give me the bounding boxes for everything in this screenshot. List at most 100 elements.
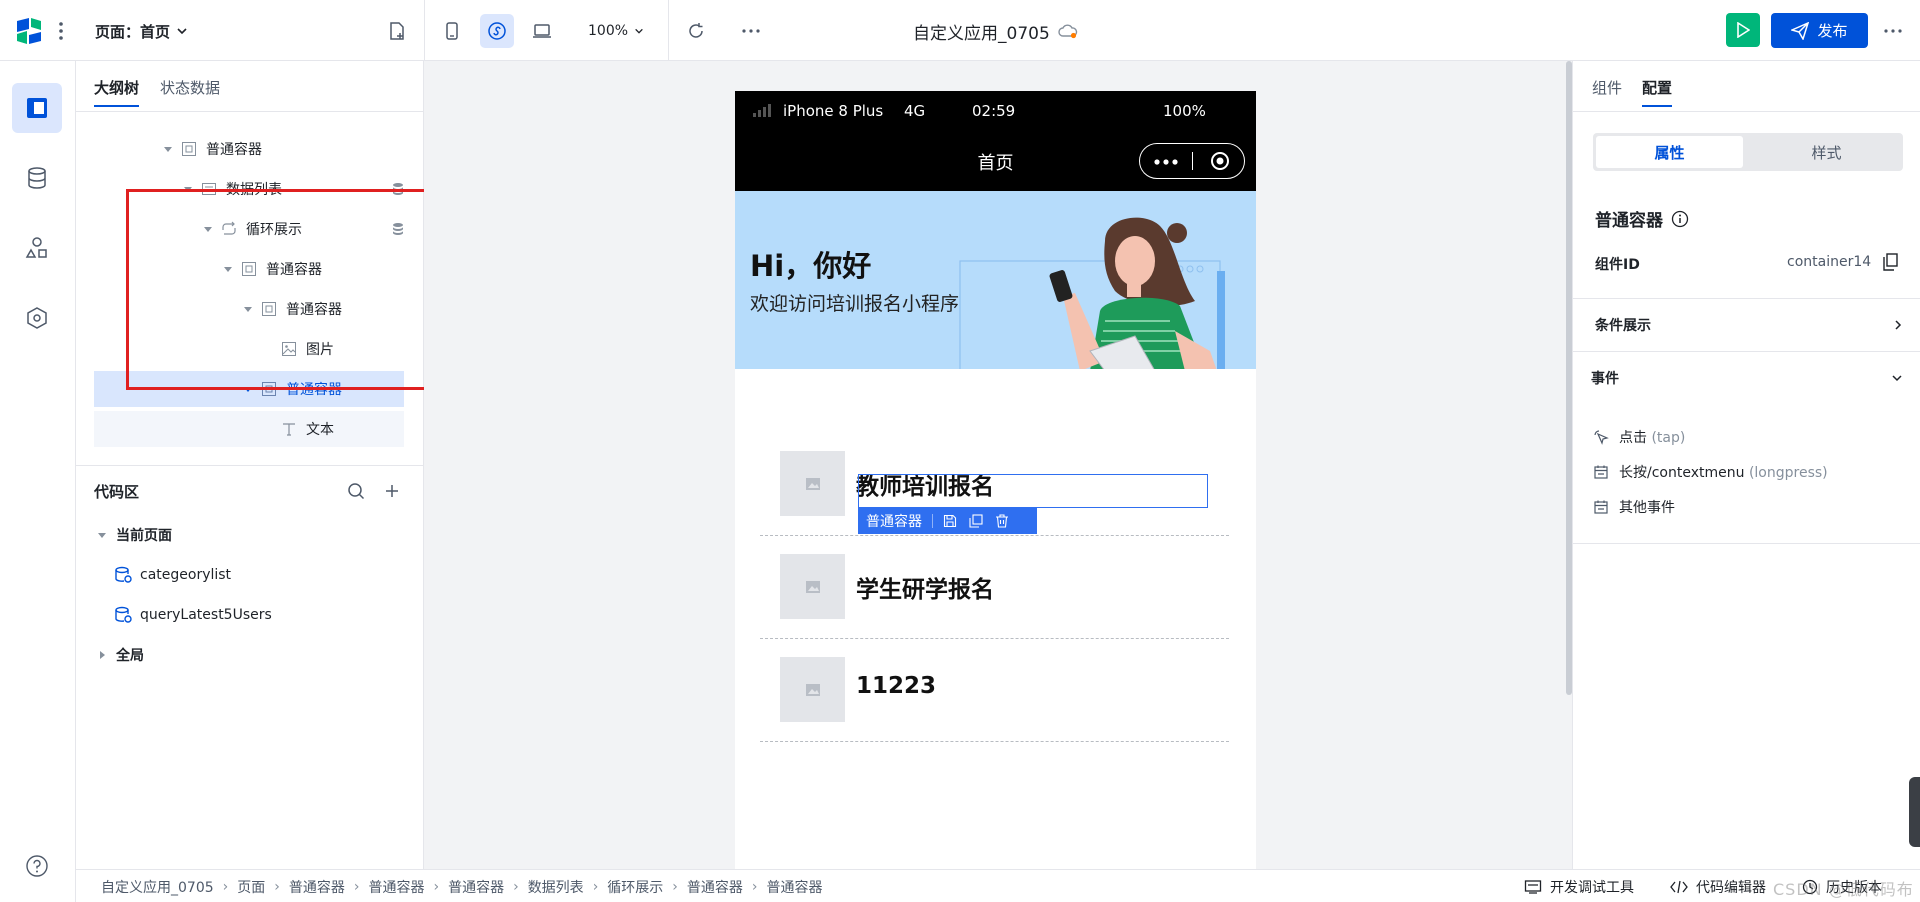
- image-placeholder-icon: [780, 657, 845, 722]
- breadcrumb-separator-icon: ›: [433, 879, 440, 895]
- desktop-view-icon[interactable]: [525, 14, 559, 48]
- info-icon[interactable]: [1671, 210, 1689, 228]
- code-area-title: 代码区: [94, 483, 140, 501]
- tree-node-label: 普通容器: [286, 382, 342, 398]
- settings-hex-icon[interactable]: [12, 293, 62, 343]
- more-icon[interactable]: [1880, 18, 1906, 44]
- app-menu-icon[interactable]: [56, 16, 66, 46]
- component-header: 普通容器: [1595, 206, 1689, 231]
- tree-node-container-selected[interactable]: 普通容器: [94, 371, 404, 407]
- tree-node-image[interactable]: 图片: [94, 331, 436, 367]
- tree-node-container[interactable]: 普通容器: [94, 251, 404, 287]
- breadcrumb-item[interactable]: 普通容器: [767, 877, 823, 897]
- refresh-icon[interactable]: [683, 18, 709, 44]
- tab-config[interactable]: 配置: [1642, 77, 1673, 107]
- caret-down-icon[interactable]: [200, 221, 216, 237]
- query-item[interactable]: queryLatest5Users: [114, 600, 272, 630]
- tree-node-data-list[interactable]: 数据列表: [94, 171, 404, 207]
- components-icon[interactable]: [12, 223, 62, 273]
- caret-right-icon: [94, 647, 110, 663]
- tree-node-container[interactable]: 普通容器: [94, 291, 404, 327]
- page-selector[interactable]: 页面：首页: [95, 20, 188, 42]
- code-group-global[interactable]: 全局: [94, 640, 144, 670]
- delete-icon[interactable]: [995, 514, 1009, 528]
- query-icon: [114, 606, 132, 624]
- tree-node-label: 普通容器: [206, 142, 262, 158]
- outline-icon[interactable]: [12, 83, 62, 133]
- miniprogram-capsule[interactable]: [1139, 143, 1245, 179]
- caret-down-icon[interactable]: [180, 181, 196, 197]
- app-logo-icon[interactable]: [14, 16, 44, 46]
- search-icon[interactable]: [344, 479, 368, 503]
- container-icon: [260, 300, 278, 318]
- add-icon[interactable]: [380, 479, 404, 503]
- event-longpress[interactable]: 长按/contextmenu (longpress): [1593, 458, 1828, 486]
- list-item[interactable]: 学生研学报名: [760, 536, 1229, 639]
- breadcrumb-item[interactable]: 普通容器: [687, 877, 743, 897]
- caret-down-icon[interactable]: [240, 381, 256, 397]
- run-button[interactable]: [1726, 13, 1760, 47]
- copy-icon[interactable]: [969, 514, 983, 528]
- save-icon[interactable]: [943, 514, 957, 528]
- breadcrumb-item[interactable]: 自定义应用_0705: [101, 877, 214, 897]
- breadcrumb-item[interactable]: 普通容器: [289, 877, 345, 897]
- breadcrumb-item[interactable]: 普通容器: [448, 877, 504, 897]
- caret-down-icon[interactable]: [220, 261, 236, 277]
- breadcrumb-item[interactable]: 数据列表: [528, 877, 584, 897]
- side-widget-handle[interactable]: [1909, 777, 1920, 847]
- help-icon[interactable]: [12, 841, 62, 891]
- tab-state-data[interactable]: 状态数据: [160, 77, 220, 105]
- breadcrumb-item[interactable]: 普通容器: [368, 877, 424, 897]
- caret-down-icon[interactable]: [240, 301, 256, 317]
- dev-tools-button[interactable]: 开发调试工具: [1524, 877, 1634, 897]
- item-title: 教师培训报名: [856, 474, 994, 500]
- tree-node-container[interactable]: 普通容器: [94, 131, 404, 167]
- code-editor-button[interactable]: 代码编辑器: [1670, 877, 1766, 897]
- chevron-right-icon: [1893, 319, 1903, 331]
- database-icon[interactable]: [12, 153, 62, 203]
- database-icon: [391, 182, 405, 196]
- miniprogram-view-icon[interactable]: [480, 14, 514, 48]
- events-section-header[interactable]: 事件: [1573, 352, 1920, 404]
- tree-node-text[interactable]: 文本: [94, 411, 436, 447]
- event-name: 长按/contextmenu: [1619, 465, 1745, 481]
- database-icon: [391, 222, 405, 236]
- event-tap[interactable]: 点击 (tap): [1593, 423, 1685, 451]
- segment-properties[interactable]: 属性: [1596, 136, 1743, 168]
- selection-toolbar: 普通容器: [858, 508, 1037, 534]
- tree-node-loop[interactable]: 循环展示: [94, 211, 404, 247]
- banner-greeting: Hi，你好: [750, 249, 872, 283]
- conditional-display-row[interactable]: 条件展示: [1573, 299, 1920, 351]
- selection-component-label[interactable]: 普通容器: [866, 511, 922, 531]
- more-icon[interactable]: [738, 18, 764, 44]
- close-target-icon[interactable]: [1210, 151, 1230, 171]
- copy-icon[interactable]: [1883, 253, 1899, 271]
- list-icon: [200, 180, 218, 198]
- pointer-icon: [1593, 429, 1609, 445]
- caret-down-icon[interactable]: [160, 141, 176, 157]
- publish-button[interactable]: 发布: [1771, 13, 1868, 48]
- tab-components[interactable]: 组件: [1592, 77, 1622, 105]
- zoom-select[interactable]: 100%: [588, 20, 644, 42]
- tab-outline[interactable]: 大纲树: [94, 77, 140, 107]
- list-item[interactable]: 11223: [760, 639, 1229, 742]
- code-group-current-page[interactable]: 当前页面: [94, 520, 172, 550]
- more-dots-icon[interactable]: [1154, 159, 1178, 165]
- breadcrumb-item[interactable]: 页面: [237, 877, 265, 897]
- image-placeholder-icon: [780, 451, 845, 516]
- event-other[interactable]: 其他事件: [1593, 493, 1675, 521]
- send-icon: [1791, 21, 1810, 40]
- mobile-view-icon[interactable]: [435, 14, 469, 48]
- calendar-icon: [1593, 464, 1609, 480]
- add-page-icon[interactable]: [384, 18, 410, 44]
- left-rail: [0, 61, 76, 902]
- tree-node-label: 循环展示: [246, 222, 302, 238]
- segment-styles[interactable]: 样式: [1753, 136, 1900, 168]
- breadcrumb-item[interactable]: 循环展示: [607, 877, 663, 897]
- query-item[interactable]: categeorylist: [114, 560, 231, 590]
- tree-node-label: 普通容器: [266, 262, 322, 278]
- tree-node-label: 图片: [306, 342, 334, 358]
- status-bar: 自定义应用_0705 › 页面 › 普通容器 › 普通容器 › 普通容器 › 数据列表 › …: [76, 869, 1920, 902]
- breadcrumb-separator-icon: ›: [513, 879, 519, 895]
- divider: [76, 465, 424, 466]
